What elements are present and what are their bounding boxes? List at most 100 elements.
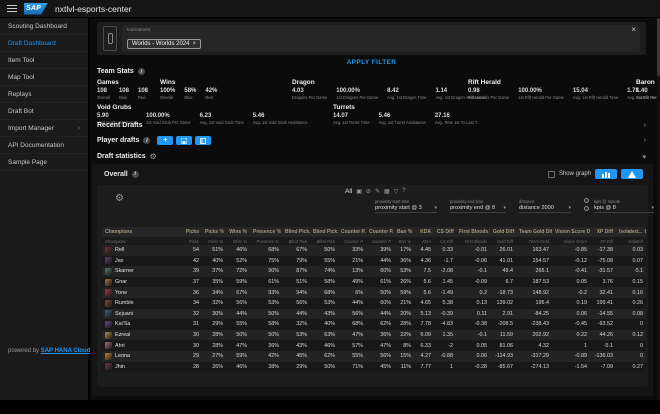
recent-drafts-header[interactable]: Recent Drafts › [97,122,646,129]
column-header-4[interactable]: Presence % [250,229,282,235]
edit-icon[interactable]: ✎ [375,188,380,195]
column-header-16[interactable]: XP Diff [590,229,616,235]
radio-icon[interactable] [584,206,589,211]
draft-statistics-header[interactable]: Draft statistics ⚙ ▾ [97,152,646,161]
column-header-3[interactable]: Wins % [226,229,250,235]
graph-button[interactable] [595,169,617,179]
column-header-10[interactable]: KDA [414,229,434,235]
sidebar-item-import-manager[interactable]: Import Manager› [0,120,88,137]
dropdown-distance[interactable]: distancedistance 2000▾ [519,199,571,213]
column-header-2[interactable]: Picks % [202,229,226,235]
chip-remove-icon[interactable]: × [192,41,196,47]
column-filter-4[interactable]: Presence % [250,239,282,244]
column-header-0[interactable]: Champions [102,229,180,235]
hamburger-menu-icon[interactable] [7,5,17,13]
table-row[interactable]: Ahri3028%47%36%43%46%57%47%8%6.33-20.058… [102,340,646,351]
column-header-11[interactable]: CS Diff [434,229,456,235]
draft-book-button[interactable] [195,136,211,145]
add-draft-button[interactable]: + [157,136,173,145]
table-settings-gear-icon[interactable]: ⚙ [115,193,124,204]
radio-icon[interactable] [584,198,589,203]
column-filter-9[interactable]: Ban % [394,239,414,244]
column-filter-3[interactable]: Wins % [226,239,250,244]
table-row[interactable]: Leona2927%59%42%45%62%55%56%15%4.27-0.88… [102,351,646,362]
column-header-7[interactable]: Counter P... [338,229,366,235]
column-header-17[interactable]: Isolated...⇅⋮ [616,229,646,235]
column-header-5[interactable]: Blind Pick... [282,229,310,235]
filter-mode-icon[interactable] [103,26,117,51]
stat-label: Avg. 1st Dragon Time [387,95,426,100]
column-filter-13[interactable]: Gold Diff [490,239,516,244]
column-header-13[interactable]: Gold Diff [490,229,516,235]
column-filter-14[interactable]: Team Gold [516,239,552,244]
sap-hana-cloud-link[interactable]: SAP HANA Cloud [41,348,91,354]
column-header-14[interactable]: Team Gold Diff [516,229,552,235]
column-filter-7[interactable]: Counter P [338,239,366,244]
tournament-chip[interactable]: Worlds - Worlds 2024 × [127,39,201,49]
table-row[interactable]: Rell5451%46%68%67%50%33%39%17%4.450.33-0… [102,245,646,256]
column-filter-8[interactable]: Counter P [366,239,394,244]
column-header-9[interactable]: Ban % [394,229,414,235]
sidebar-item-draft-dashboard[interactable]: Draft Dashboard [0,35,88,52]
grid-icon[interactable]: ▦ [384,188,390,195]
tournament-field[interactable]: tournament Worlds - Worlds 2024 × × [122,25,640,52]
table-row[interactable]: Sejuani3230%44%50%44%43%56%44%20%5.13-0.… [102,309,646,320]
sidebar-item-sample-page[interactable]: Sample Page [0,154,88,171]
select-all-icon[interactable]: ▣ [356,188,362,195]
dropdown-proximity-end-time[interactable]: proximity end timeproximity end @ 8▾ [450,199,506,213]
sidebar-item-item-tool[interactable]: Item Tool [0,52,88,69]
column-header-12[interactable]: First Bloods Diff [456,229,490,235]
table-row[interactable]: Rumble3432%56%53%56%53%44%60%21%4.655.38… [102,298,646,309]
dropdown-proximity-start-time[interactable]: proximity start timeproximity start @ 3▾ [375,199,437,213]
sidebar-item-map-tool[interactable]: Map Tool [0,69,88,86]
column-filter-11[interactable]: CS Diff [434,239,456,244]
save-draft-button[interactable] [176,136,192,145]
chevron-right-icon[interactable]: › [644,122,646,129]
info-icon[interactable]: i [132,171,139,178]
column-header-8[interactable]: Counter P... [366,229,394,235]
table-cell: 4.45 [414,247,434,253]
sort-icon[interactable]: ⇅ [644,229,646,234]
sidebar-item-draft-bot[interactable]: Draft Bot [0,103,88,120]
column-filter-15[interactable]: Vision Score [552,239,590,244]
column-filter-6[interactable]: Blind Pick [310,239,338,244]
table-row[interactable]: Yone3634%67%93%94%68%6%50%59%5.6-1.490.2… [102,287,646,298]
apply-filter-button[interactable]: APPLY FILTER [90,59,653,66]
sidebar-item-scouting-dashboard[interactable]: Scouting Dashboard [0,18,88,35]
filter-icon[interactable]: ▽ [394,188,399,195]
info-icon[interactable]: i [143,137,150,144]
player-drafts-header[interactable]: Player drafts i + › [97,136,646,145]
column-filter-2[interactable]: Picks % [202,239,226,244]
show-graph-checkbox[interactable] [548,171,555,178]
column-header-15[interactable]: Vision Score Diff [552,229,590,235]
column-header-1[interactable]: Picks [180,229,202,235]
gear-icon[interactable]: ⚙ [150,152,157,161]
column-filter-0[interactable]: Champions [102,239,180,244]
table-row[interactable]: Gnar3735%59%61%51%58%49%61%26%5.61.45-0.… [102,277,646,288]
table-row[interactable]: Kai'Sa3129%55%58%32%40%68%62%28%7.78-4.8… [102,319,646,330]
table-row[interactable]: Skarner3937%72%90%87%74%13%60%53%7.5-2.0… [102,266,646,277]
field-clear-icon[interactable]: × [631,25,636,34]
upload-button[interactable] [621,169,643,179]
tab-overall[interactable]: Overall [104,171,128,178]
sidebar-item-replays[interactable]: Replays [0,86,88,103]
help-icon[interactable]: ? [402,188,405,195]
table-cell: 0.22 [552,332,590,338]
table-row[interactable]: Jax4240%52%75%79%55%21%44%36%4.36-1.7-0.… [102,256,646,267]
column-filter-16[interactable]: XP Diff [590,239,616,244]
column-filter-10[interactable]: KDA [414,239,434,244]
chevron-right-icon[interactable]: › [644,137,646,144]
dropdown-kpis-minute[interactable]: kpis @ minutekpis @ 8▾ [594,199,654,213]
column-header-6[interactable]: Blind Pick... [310,229,338,235]
column-filter-17[interactable]: Isolated [616,239,646,244]
mute-icon[interactable]: ⊘ [366,188,371,195]
column-filter-1[interactable]: Picks [180,239,202,244]
chevron-down-icon[interactable]: ▾ [642,153,646,161]
column-filter-12[interactable]: First Bloods [456,239,490,244]
sidebar-item-api-documentation[interactable]: API Documentation [0,137,88,154]
column-filter-5[interactable]: Blind Pick [282,239,310,244]
info-icon[interactable]: i [138,68,145,75]
table-row[interactable]: Jhin2826%46%38%29%50%71%45%11%7.771-0.28… [102,362,646,373]
table-row[interactable]: Ezreal3028%50%50%53%63%47%36%22%6.091.35… [102,330,646,341]
table-cell: 52% [226,258,250,264]
